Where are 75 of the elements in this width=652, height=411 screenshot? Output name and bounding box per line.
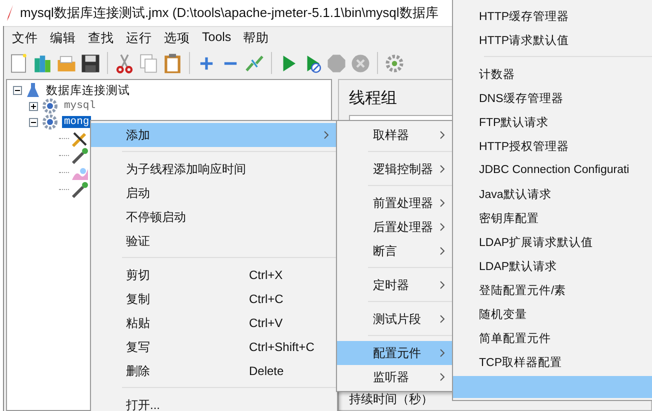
menu-item[interactable]: 复写 Ctrl+Shift+C (91, 335, 337, 359)
menu-bar-item[interactable]: 编辑 (50, 30, 76, 47)
chevron-right-icon (440, 165, 445, 173)
menu-item[interactable]: 验证 (91, 229, 337, 253)
menu-item[interactable]: 随机变量 (453, 302, 652, 326)
menu-item[interactable]: TCP取样器配置 (453, 350, 652, 374)
menu-item[interactable]: 断言 (337, 239, 453, 263)
menu-bar-item[interactable]: 查找 (88, 30, 114, 47)
field-label: 持续时间（秒） (349, 391, 433, 408)
copy-icon[interactable] (138, 52, 159, 74)
menu-item[interactable]: LDAP默认请求 (453, 254, 652, 278)
menu-item[interactable]: 登陆配置元件/素 (453, 278, 652, 302)
feather-icon (6, 5, 14, 21)
menu-item[interactable]: 添加 (91, 123, 337, 147)
menu-item[interactable]: DNS缓存管理器 (453, 86, 652, 110)
gear-icon (41, 98, 59, 114)
menu-item[interactable]: 定时器 (337, 273, 453, 297)
menu-item[interactable]: 剪切 Ctrl+X (91, 263, 337, 287)
cut-icon[interactable] (114, 52, 135, 74)
menu-item[interactable]: 前置处理器 (337, 191, 453, 215)
gear-icon[interactable] (384, 52, 405, 74)
collapse-box-icon[interactable] (13, 86, 22, 94)
gear-icon (41, 114, 59, 130)
dropper-icon (71, 182, 89, 198)
menu-bar-item[interactable]: 帮助 (243, 30, 270, 47)
chevron-right-icon (440, 315, 445, 323)
menu-item[interactable]: 启动 (91, 181, 337, 205)
flask-icon (25, 82, 41, 98)
menu-item[interactable]: Java默认请求 (453, 182, 652, 206)
shutdown-icon[interactable] (350, 52, 371, 74)
menu-item[interactable]: HTTP缓存管理器 (453, 4, 652, 28)
menu-item[interactable]: HTTP授权管理器 (453, 134, 652, 158)
menu-bar-item[interactable]: Tools (202, 30, 232, 47)
menu-item[interactable]: 后置处理器 (337, 215, 453, 239)
menu-item[interactable]: 粘贴 Ctrl+V (91, 311, 337, 335)
menu-item[interactable]: 简单配置元件 (453, 326, 652, 350)
menu-item[interactable]: 测试片段 (337, 307, 453, 331)
expand-box-icon[interactable] (29, 102, 38, 110)
chevron-right-icon (440, 223, 445, 231)
chevron-right-icon (440, 199, 445, 207)
dropper-icon (71, 148, 89, 164)
panel-title: 线程组 (349, 88, 397, 109)
chevron-right-icon (440, 349, 445, 357)
menu-item[interactable]: 打开... (91, 393, 337, 411)
chevron-right-icon (440, 373, 445, 381)
chevron-right-icon (440, 247, 445, 255)
menu-item[interactable]: FTP默认请求 (453, 110, 652, 134)
menu-item[interactable]: 逻辑控制器 (337, 157, 453, 181)
menu-item[interactable]: HTTP请求默认值 (453, 28, 652, 52)
tree-node-label[interactable]: 数据库连接测试 (44, 82, 132, 98)
paste-icon[interactable] (162, 52, 183, 74)
menu-item[interactable]: 计数器 (453, 62, 652, 86)
menu-item[interactable]: 配置元件 (337, 341, 453, 365)
collapse-box-icon[interactable] (29, 118, 38, 126)
menu-bar-item[interactable]: 运行 (126, 30, 152, 47)
menu-item[interactable]: 监听器 (337, 365, 453, 389)
window-title: mysql数据库连接测试.jmx (D:\tools\apache-jmeter-5.1.1\bin\mysql数据库 (20, 4, 438, 22)
menu-item[interactable]: 删除 Delete (91, 359, 337, 383)
menu-item[interactable]: LDAP扩展请求默认值 (453, 230, 652, 254)
templates-icon[interactable] (32, 52, 53, 74)
chevron-right-icon (440, 131, 445, 139)
menu-bar-item[interactable]: 选项 (164, 30, 190, 47)
menu-item[interactable]: 不停顿启动 (91, 205, 337, 229)
chevron-right-icon (440, 281, 445, 289)
menu-item[interactable]: 为子线程添加响应时间 (91, 157, 337, 181)
menu-bar-item[interactable]: 文件 (12, 30, 38, 47)
menu-item[interactable]: 复制 Ctrl+C (91, 287, 337, 311)
save-icon[interactable] (80, 52, 101, 74)
tree-node-label[interactable]: mysql (62, 100, 98, 112)
wrench-icon (71, 130, 89, 146)
menu-item[interactable]: 取样器 (337, 123, 453, 147)
new-document-icon[interactable] (8, 52, 29, 74)
menu-item[interactable]: JDBC Connection Configurati (453, 158, 652, 182)
tree-node-label[interactable]: mong (62, 116, 92, 128)
menu-item[interactable]: 密钥库配置 (453, 206, 652, 230)
